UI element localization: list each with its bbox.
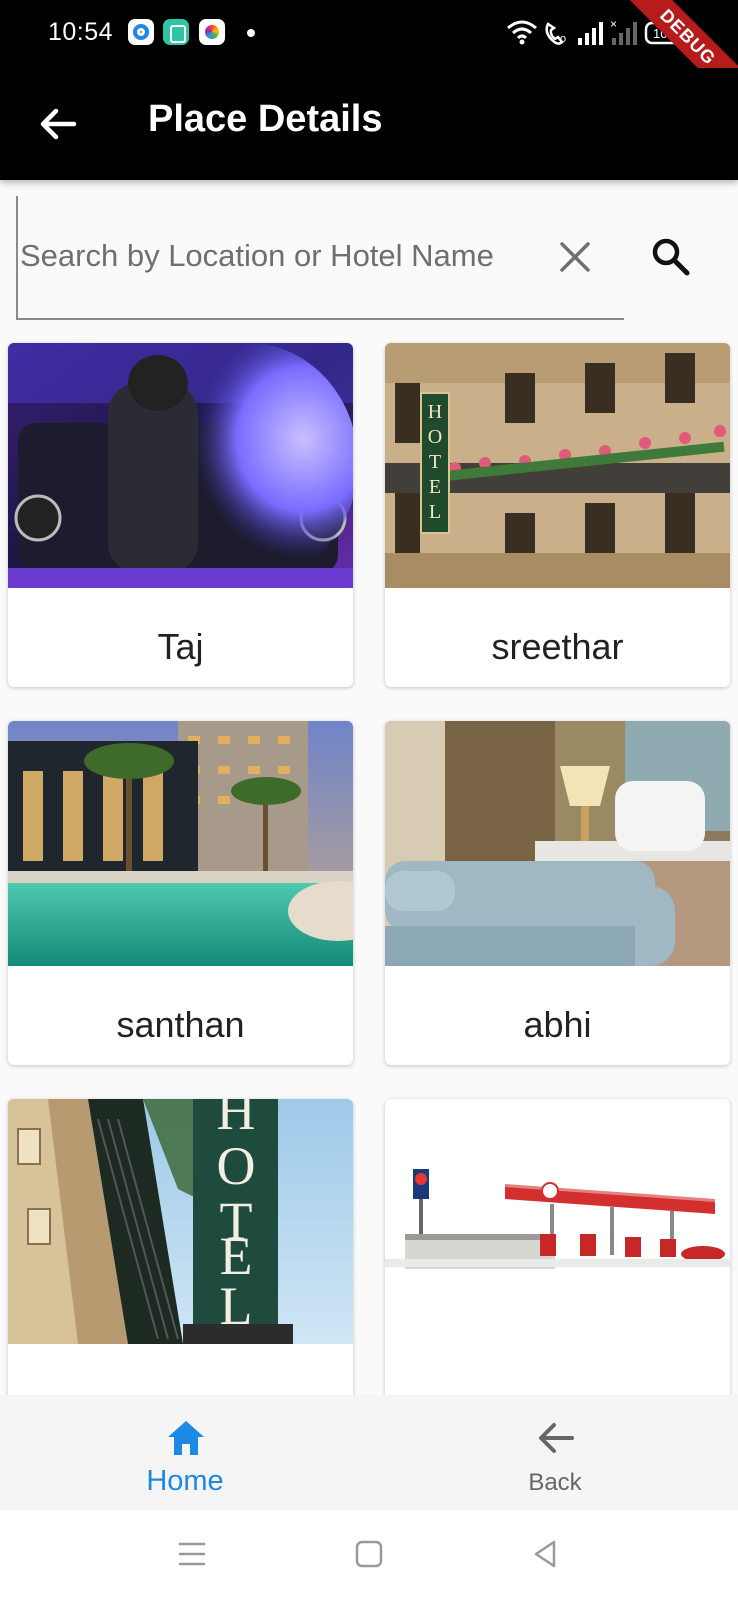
more-notifications-dot-icon — [247, 29, 255, 37]
home-icon — [168, 1421, 204, 1455]
place-image — [385, 721, 730, 966]
svg-text:H: H — [428, 401, 442, 423]
nav-home[interactable]: Home — [120, 1395, 250, 1510]
place-name: Taj — [157, 626, 204, 667]
place-name: abhi — [523, 1004, 592, 1045]
search-field — [16, 196, 624, 320]
place-card[interactable]: HOTEL — [8, 1099, 353, 1443]
home-square-icon[interactable] — [347, 1532, 391, 1576]
place-image: HOTEL — [385, 343, 730, 588]
signal-icon — [578, 22, 603, 45]
svg-text:O: O — [428, 426, 442, 448]
place-image — [385, 1099, 730, 1344]
close-icon[interactable] — [558, 240, 592, 274]
nav-home-label: Home — [146, 1465, 224, 1497]
status-bar: 10:54 o × 100 D — [0, 0, 738, 112]
place-card[interactable]: Taj — [8, 343, 353, 687]
app-bar: Place Details — [0, 68, 738, 180]
svg-text:T: T — [429, 451, 441, 473]
app-notification-icon — [163, 19, 189, 45]
back-arrow-icon — [539, 1423, 574, 1453]
place-card[interactable] — [385, 1099, 730, 1443]
app-notification-icon — [199, 19, 225, 45]
place-image: HOTEL — [8, 1099, 353, 1344]
search-icon[interactable] — [650, 236, 692, 278]
status-time: 10:54 — [48, 18, 114, 46]
menu-icon[interactable] — [170, 1532, 214, 1576]
nav-back-label: Back — [528, 1469, 582, 1496]
back-triangle-icon[interactable] — [524, 1532, 568, 1576]
svg-text:×: × — [610, 18, 617, 31]
svg-text:O: O — [217, 1136, 256, 1196]
page-title: Place Details — [148, 98, 383, 140]
place-card[interactable]: santhan — [8, 721, 353, 1065]
place-card[interactable]: HOTEL sreethar — [385, 343, 730, 687]
wifi-calling-icon: o — [545, 22, 566, 45]
place-card[interactable]: abhi — [385, 721, 730, 1065]
svg-text:E: E — [429, 476, 441, 498]
place-name: santhan — [116, 1004, 245, 1045]
place-image — [8, 343, 353, 588]
search-input[interactable] — [20, 230, 550, 282]
place-image — [8, 721, 353, 966]
wifi-icon — [507, 20, 537, 40]
svg-text:L: L — [429, 501, 441, 523]
app-notification-icon — [128, 19, 154, 45]
place-name: sreethar — [491, 626, 624, 667]
nav-back[interactable]: Back — [490, 1395, 620, 1510]
svg-text:H: H — [217, 1099, 256, 1141]
screen: 10:54 o × 100 D — [0, 0, 738, 1600]
svg-text:o: o — [560, 33, 566, 45]
back-arrow-icon[interactable] — [36, 102, 80, 146]
bottom-navigation: Home Back — [0, 1395, 738, 1510]
system-navigation-bar — [0, 1510, 738, 1600]
